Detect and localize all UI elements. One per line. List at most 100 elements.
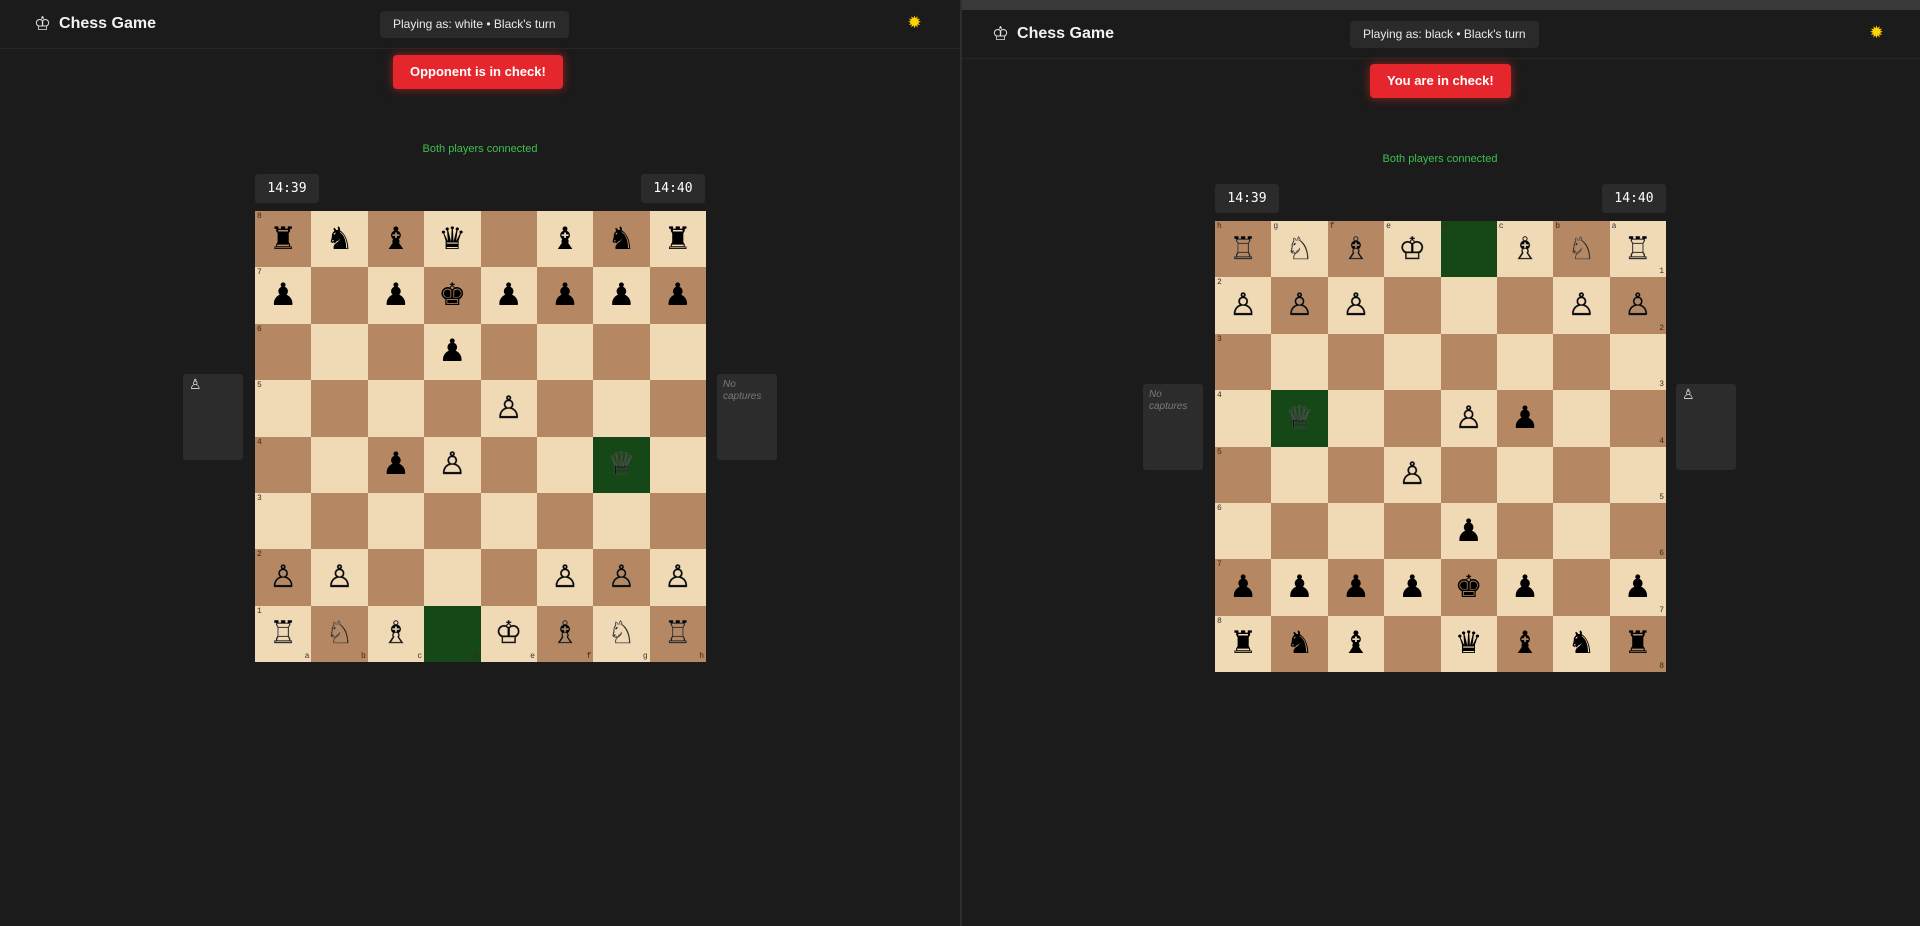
square-a8[interactable]: 8 ♜ [255, 211, 312, 268]
square-g5[interactable] [1271, 446, 1328, 503]
square-a7[interactable]: 7 ♟ [1609, 559, 1666, 616]
square-f6[interactable] [536, 323, 594, 381]
square-c6[interactable] [1496, 502, 1554, 560]
square-h3[interactable] [649, 492, 706, 550]
square-g3[interactable] [593, 492, 650, 550]
white-bishop[interactable]: ♗ [1342, 233, 1370, 265]
square-c5[interactable] [1496, 446, 1554, 503]
black-queen[interactable]: ♛ [438, 223, 466, 255]
square-g8[interactable]: ♞ [593, 211, 650, 268]
black-king[interactable]: ♚ [438, 280, 466, 311]
square-g4[interactable]: ♕ [593, 436, 650, 493]
square-c5[interactable] [367, 380, 425, 437]
square-h5[interactable] [649, 380, 706, 437]
square-c4[interactable]: ♟ [367, 436, 425, 493]
square-h8[interactable]: ♜ [649, 211, 706, 268]
square-a5[interactable]: 5 [1609, 446, 1666, 503]
square-d4[interactable]: ♙ [424, 436, 481, 493]
chess-board[interactable]: 8 ♜ ♞ ♝ ♛ ♝ ♞ ♜ 7 ♟ ♟ ♚ ♟ ♟ ♟ ♟ 6 ♟ 5 ♙ 4 ♟ ♙ ♕ 3 2 ♙ ♙ ♙ ♙ ♙ 1 a ♖ b ♘ c ♗ d e… [255, 211, 706, 662]
black-pawn[interactable]: ♟ [1342, 571, 1370, 603]
square-b4[interactable] [1553, 390, 1610, 447]
square-b3[interactable] [311, 492, 368, 550]
black-pawn[interactable]: ♟ [1229, 571, 1257, 603]
square-h2[interactable]: ♙ [649, 549, 706, 606]
square-f8[interactable]: ♝ [536, 211, 594, 268]
square-h2[interactable]: 2 ♙ [1215, 277, 1272, 334]
square-h8[interactable]: 8 ♜ [1215, 615, 1272, 672]
black-king[interactable]: ♚ [1455, 571, 1483, 603]
black-pawn[interactable]: ♟ [1286, 571, 1314, 603]
square-e6[interactable] [480, 323, 537, 381]
black-pawn[interactable]: ♟ [438, 336, 466, 367]
sun-icon[interactable]: ✹ [1867, 24, 1886, 43]
square-h1[interactable]: h ♖ [1215, 221, 1272, 278]
white-pawn[interactable]: ♙ [1567, 289, 1595, 321]
white-pawn[interactable]: ♙ [1285, 289, 1313, 321]
square-d4[interactable]: ♙ [1440, 390, 1497, 447]
chess-board[interactable]: h ♖ g ♘ f ♗ e ♔ d c ♗ b ♘ a 1 ♖ 2 ♙ ♙ ♙ ♙ 2 ♙ 3 3 4 ♕ ♙ ♟ 4 5 ♙ 5 6 ♟ 6 7 ♟ ♟ ♟… [1215, 221, 1666, 672]
black-bishop[interactable]: ♝ [1511, 628, 1539, 659]
square-d3[interactable] [1440, 333, 1497, 391]
square-a1[interactable]: a 1 ♖ [1609, 221, 1666, 278]
square-g6[interactable] [1271, 502, 1328, 560]
square-e2[interactable] [480, 549, 537, 606]
white-pawn[interactable]: ♙ [325, 561, 353, 593]
square-f5[interactable] [536, 380, 594, 437]
square-a2[interactable]: 2 ♙ [255, 549, 312, 606]
square-d6[interactable]: ♟ [1440, 502, 1497, 560]
square-e8[interactable] [1384, 615, 1441, 672]
square-h4[interactable]: 4 [1215, 390, 1272, 447]
square-d1[interactable]: d [424, 605, 481, 662]
square-h7[interactable]: ♟ [649, 267, 706, 324]
square-a8[interactable]: 8 ♜ [1609, 615, 1666, 672]
square-f3[interactable] [536, 492, 594, 550]
square-b1[interactable]: b ♘ [311, 605, 368, 662]
square-b1[interactable]: b ♘ [1553, 221, 1610, 278]
square-d2[interactable] [1440, 277, 1497, 334]
square-c2[interactable] [367, 549, 425, 606]
square-e8[interactable] [480, 211, 537, 268]
square-e5[interactable]: ♙ [1384, 446, 1441, 503]
square-f5[interactable] [1327, 446, 1385, 503]
square-e7[interactable]: ♟ [480, 267, 537, 324]
black-pawn[interactable]: ♟ [382, 280, 410, 311]
square-c3[interactable] [367, 492, 425, 550]
square-h5[interactable]: 5 [1215, 446, 1272, 503]
square-a2[interactable]: 2 ♙ [1609, 277, 1666, 334]
white-bishop[interactable]: ♗ [382, 618, 410, 649]
square-g6[interactable] [593, 323, 650, 381]
square-b8[interactable]: ♞ [1553, 615, 1610, 672]
square-a6[interactable]: 6 [255, 323, 312, 381]
square-b6[interactable] [1553, 502, 1610, 560]
square-c7[interactable]: ♟ [1496, 559, 1554, 616]
square-f1[interactable]: f ♗ [1327, 221, 1385, 278]
square-e3[interactable] [1384, 333, 1441, 391]
square-c2[interactable] [1496, 277, 1554, 334]
black-bishop[interactable]: ♝ [551, 223, 579, 255]
black-pawn[interactable]: ♟ [1455, 515, 1483, 547]
black-pawn[interactable]: ♟ [1398, 571, 1426, 603]
square-b2[interactable]: ♙ [311, 549, 368, 606]
square-b7[interactable] [311, 267, 368, 324]
square-g7[interactable]: ♟ [593, 267, 650, 324]
square-e6[interactable] [1384, 502, 1441, 560]
white-queen[interactable]: ♕ [607, 448, 635, 480]
square-f2[interactable]: ♙ [1327, 277, 1385, 334]
white-queen[interactable]: ♕ [1285, 402, 1313, 434]
square-d7[interactable]: ♚ [424, 267, 481, 324]
square-e1[interactable]: e ♔ [480, 605, 537, 662]
black-knight[interactable]: ♞ [608, 223, 636, 255]
white-pawn[interactable]: ♙ [438, 448, 466, 480]
square-e4[interactable] [1384, 390, 1441, 447]
square-b3[interactable] [1553, 333, 1610, 391]
square-g1[interactable]: g ♘ [593, 605, 650, 662]
square-f8[interactable]: ♝ [1327, 615, 1385, 672]
square-b8[interactable]: ♞ [311, 211, 368, 268]
square-g2[interactable]: ♙ [1271, 277, 1328, 334]
white-pawn[interactable]: ♙ [664, 561, 692, 593]
black-pawn[interactable]: ♟ [495, 280, 523, 311]
square-e7[interactable]: ♟ [1384, 559, 1441, 616]
square-d5[interactable] [1440, 446, 1497, 503]
square-d3[interactable] [424, 492, 481, 550]
square-a4[interactable]: 4 [255, 436, 312, 493]
